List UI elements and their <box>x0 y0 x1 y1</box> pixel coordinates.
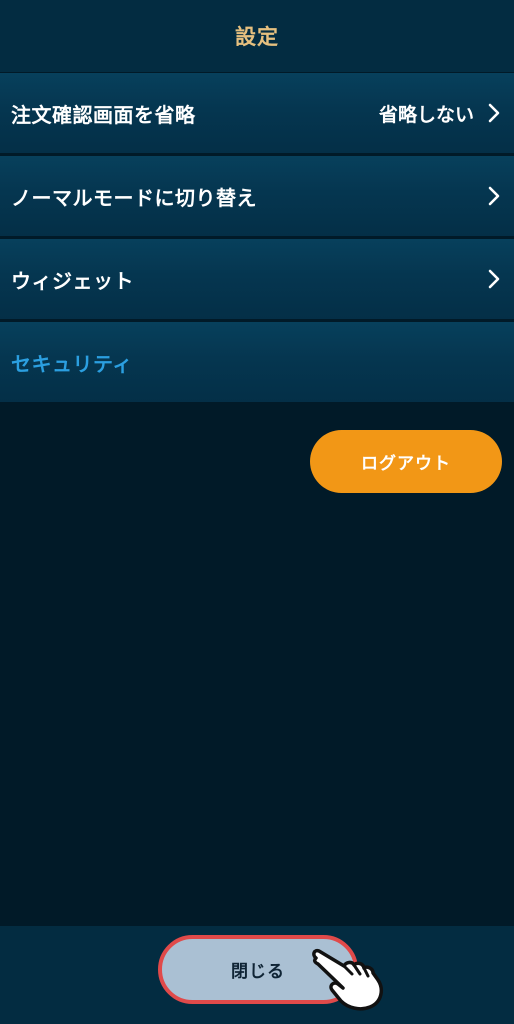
logout-button[interactable]: ログアウト <box>310 430 502 493</box>
page-title: 設定 <box>235 25 279 49</box>
chevron-right-icon <box>486 103 502 123</box>
logout-label: ログアウト <box>361 454 451 474</box>
setting-switch-normal-mode[interactable]: ノーマルモードに切り替え <box>0 156 514 236</box>
setting-label: ウィジェット <box>11 268 134 293</box>
setting-widget[interactable]: ウィジェット <box>0 239 514 319</box>
section-security: セキュリティ <box>0 322 514 402</box>
settings-screen: 設定 注文確認画面を省略 省略しない ノーマルモードに切り替え ウィジェット セ… <box>0 0 514 1024</box>
close-label: 閉じる <box>231 962 285 982</box>
setting-label: ノーマルモードに切り替え <box>11 185 257 210</box>
header-bar: 設定 <box>0 0 514 72</box>
setting-value: 省略しない <box>378 103 474 126</box>
chevron-right-icon <box>486 186 502 206</box>
section-label: セキュリティ <box>11 351 133 376</box>
setting-skip-order-confirmation[interactable]: 注文確認画面を省略 省略しない <box>0 73 514 153</box>
setting-label: 注文確認画面を省略 <box>11 102 196 127</box>
hand-pointer-icon <box>312 948 384 1011</box>
chevron-right-icon <box>486 269 502 289</box>
